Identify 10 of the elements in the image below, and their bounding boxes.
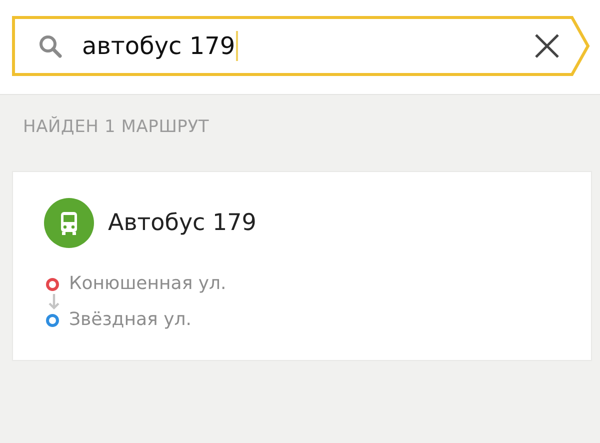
route-title: Автобус 179: [108, 210, 256, 236]
route-card[interactable]: Автобус 179 Конюшенная ул. Звёздная ул.: [12, 171, 592, 361]
bus-icon: [44, 198, 94, 248]
stop-name: Звёздная ул.: [69, 308, 192, 332]
stop-name: Конюшенная ул.: [69, 272, 226, 296]
down-arrow-icon: [48, 294, 60, 310]
search-icon: [38, 34, 62, 58]
search-field[interactable]: автобус 179: [12, 16, 590, 76]
results-count: НАЙДЕН 1 МАРШРУТ: [22, 115, 210, 139]
close-icon[interactable]: [534, 33, 560, 59]
